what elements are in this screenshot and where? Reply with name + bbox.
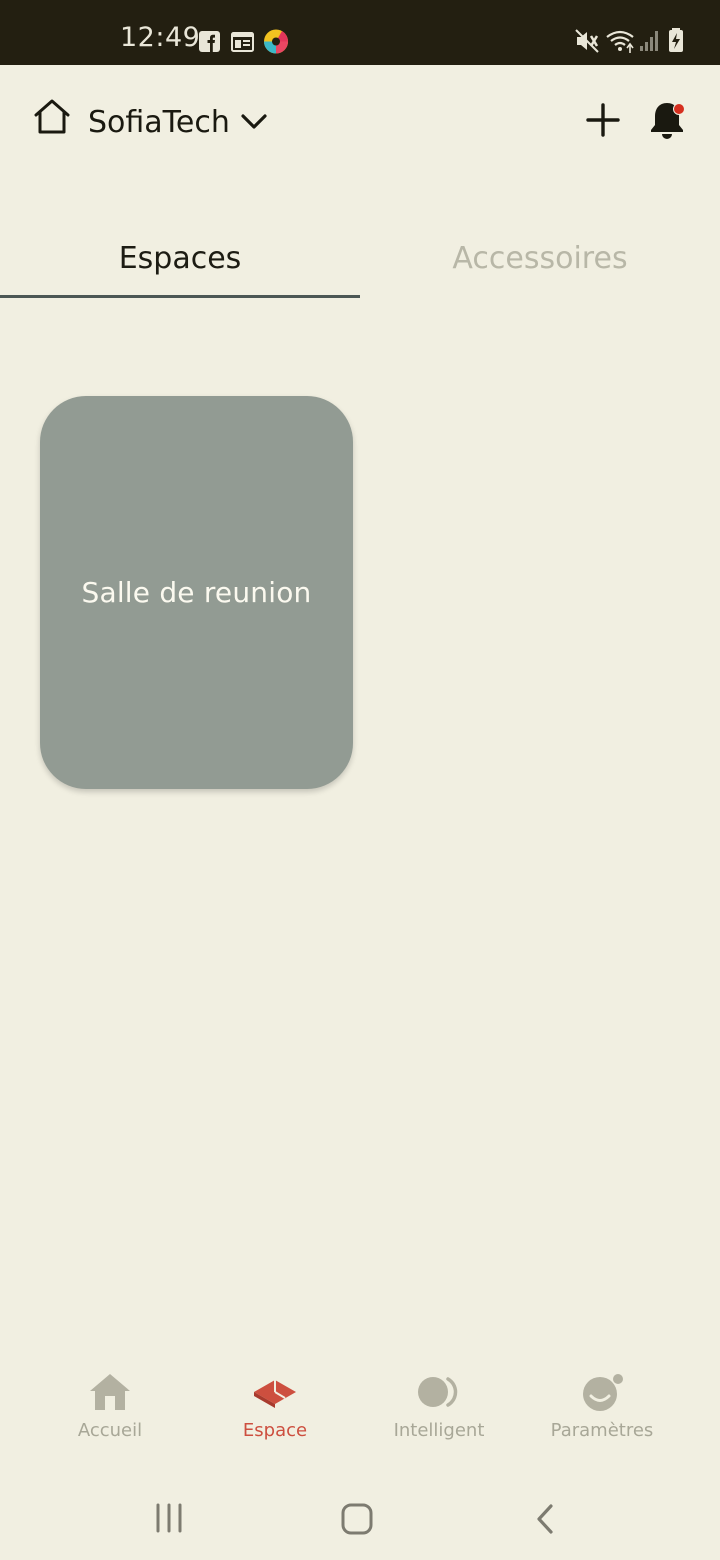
nav-label-intelligent: Intelligent (393, 1420, 485, 1441)
space-card-label: Salle de reunion (81, 576, 312, 609)
facebook-icon (199, 31, 220, 52)
calendar-icon (231, 32, 254, 52)
space-card[interactable]: Salle de reunion (40, 396, 353, 789)
bell-icon[interactable] (648, 99, 688, 141)
nav-label-accueil: Accueil (77, 1420, 143, 1441)
recents-button[interactable] (153, 1502, 185, 1534)
nav-intelligent[interactable]: Intelligent (357, 1360, 521, 1460)
color-app-icon (264, 29, 289, 54)
system-navigation-bar (0, 1475, 720, 1560)
nav-espace[interactable]: Espace (193, 1360, 357, 1460)
space-icon (254, 1380, 296, 1408)
home-icon[interactable] (33, 99, 71, 135)
nav-accueil[interactable]: Accueil (28, 1360, 192, 1460)
wifi-icon (606, 30, 634, 53)
house-icon (90, 1374, 130, 1410)
status-bar: 12:49 (0, 0, 720, 65)
nav-label-parametres: Paramètres (550, 1420, 654, 1441)
tab-accessoires[interactable]: Accessoires (360, 225, 720, 298)
signal-icon (640, 31, 658, 51)
battery-charging-icon (669, 28, 683, 52)
nav-parametres[interactable]: Paramètres (520, 1360, 684, 1460)
chevron-down-icon[interactable] (240, 112, 268, 132)
status-time: 12:49 (120, 22, 201, 53)
active-tab-indicator (0, 295, 360, 298)
tab-espaces[interactable]: Espaces (0, 225, 360, 298)
intelligent-icon (418, 1377, 458, 1407)
mute-icon (575, 29, 599, 53)
app-header: SofiaTech (0, 65, 720, 180)
tab-bar: Espaces Accessoires (0, 225, 720, 300)
home-name[interactable]: SofiaTech (88, 105, 230, 140)
bottom-nav: Accueil Espace Intelligent Paramètres (0, 1360, 720, 1460)
back-button[interactable] (532, 1502, 558, 1536)
settings-face-icon (583, 1374, 623, 1411)
nav-label-espace: Espace (242, 1420, 308, 1441)
home-button[interactable] (340, 1502, 374, 1536)
plus-icon[interactable] (586, 103, 620, 137)
